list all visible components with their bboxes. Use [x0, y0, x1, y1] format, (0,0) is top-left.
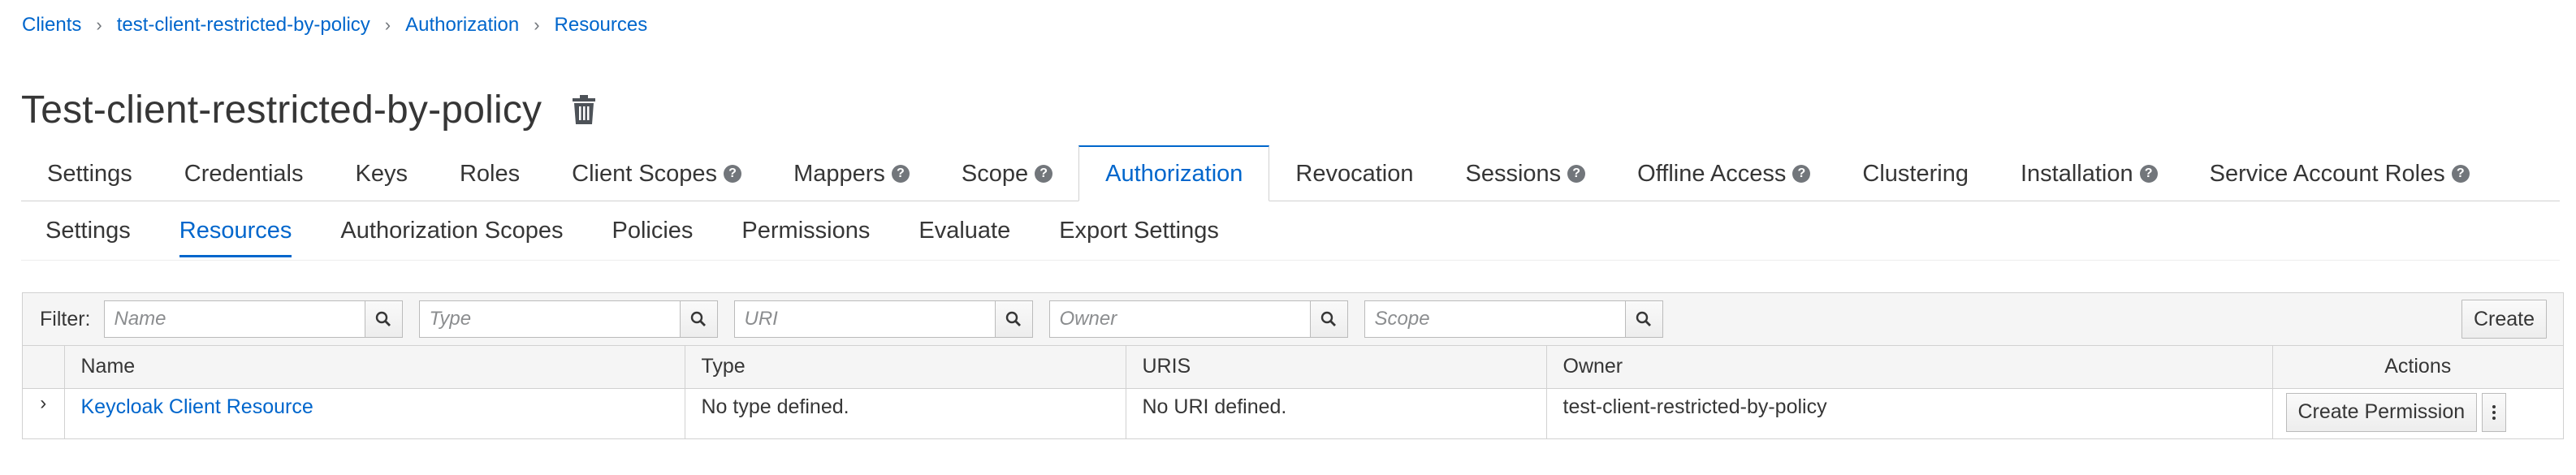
page-header: Test-client-restricted-by-policy: [21, 81, 600, 138]
help-icon[interactable]: ?: [1792, 165, 1811, 183]
subtab-permissions[interactable]: Permissions: [717, 202, 894, 259]
help-icon[interactable]: ?: [2451, 165, 2470, 183]
resource-type-cell: No type defined.: [685, 388, 1126, 438]
subtab-settings[interactable]: Settings: [21, 202, 155, 259]
tab-roles[interactable]: Roles: [434, 147, 546, 201]
expand-toggle[interactable]: ›: [23, 388, 65, 438]
tab-sessions[interactable]: Sessions?: [1440, 147, 1612, 201]
table-row: › Keycloak Client Resource No type defin…: [23, 388, 2563, 438]
search-icon[interactable]: [1310, 300, 1348, 338]
subtab-resources[interactable]: Resources: [155, 202, 317, 259]
help-icon[interactable]: ?: [724, 165, 742, 183]
scope-filter: [1364, 300, 1663, 338]
filter-toolbar: Filter: Name Type URI Owner Scope Create: [23, 293, 2563, 346]
column-header-actions: Actions: [2272, 346, 2563, 389]
create-button[interactable]: Create: [2461, 300, 2547, 339]
owner-filter: [1048, 300, 1348, 338]
tab-settings[interactable]: Settings: [21, 147, 158, 201]
search-icon[interactable]: [1625, 300, 1663, 338]
subtab-authorization-scopes[interactable]: Authorization Scopes: [316, 202, 587, 259]
column-header-uris[interactable]: URIS: [1126, 346, 1547, 389]
chevron-right-icon[interactable]: ›: [40, 392, 46, 415]
tab-credentials[interactable]: Credentials: [158, 147, 330, 201]
resources-table: Filter: Name Type URI Owner Scope Create…: [22, 292, 2564, 439]
tab-scope[interactable]: Scope?: [936, 147, 1078, 201]
expand-column-header: [23, 346, 65, 389]
resource-actions-cell: Create Permission: [2272, 388, 2563, 438]
resource-name-link[interactable]: Keycloak Client Resource: [81, 395, 313, 418]
uri-filter: [733, 300, 1033, 338]
resources-grid: Name Type URIS Owner Actions › Keycloak …: [23, 346, 2563, 438]
trash-icon[interactable]: [568, 92, 600, 127]
column-header-type[interactable]: Type: [685, 346, 1126, 389]
scope-filter-input[interactable]: [1364, 300, 1626, 338]
resource-uris-cell: No URI defined.: [1126, 388, 1547, 438]
help-icon[interactable]: ?: [1035, 165, 1053, 183]
column-header-owner[interactable]: Owner: [1546, 346, 2273, 389]
breadcrumb: Clients › test-client-restricted-by-poli…: [22, 13, 647, 37]
kebab-menu-icon[interactable]: [2482, 392, 2507, 432]
page-title: Test-client-restricted-by-policy: [21, 88, 542, 132]
create-permission-button[interactable]: Create Permission: [2285, 392, 2478, 432]
breadcrumb-client[interactable]: test-client-restricted-by-policy: [117, 14, 370, 37]
chevron-right-icon: ›: [96, 15, 102, 35]
search-icon[interactable]: [365, 300, 403, 338]
search-icon[interactable]: [680, 300, 718, 338]
tab-authorization[interactable]: Authorization: [1078, 145, 1270, 201]
breadcrumb-authorization[interactable]: Authorization: [405, 14, 519, 37]
tab-mappers[interactable]: Mappers?: [767, 147, 936, 201]
chevron-right-icon: ›: [384, 15, 391, 35]
breadcrumb-resources[interactable]: Resources: [555, 14, 648, 37]
chevron-right-icon: ›: [534, 15, 540, 35]
type-filter-input[interactable]: [418, 300, 681, 338]
subtab-policies[interactable]: Policies: [587, 202, 717, 259]
action-group: Create Permission: [2273, 392, 2564, 432]
resource-owner-cell: test-client-restricted-by-policy: [1546, 388, 2273, 438]
tab-service-account-roles[interactable]: Service Account Roles?: [2184, 147, 2496, 201]
subtab-evaluate[interactable]: Evaluate: [894, 202, 1035, 259]
tab-keys[interactable]: Keys: [329, 147, 433, 201]
name-filter: [103, 300, 403, 338]
name-filter-input[interactable]: [103, 300, 365, 338]
authorization-subtabs: Settings Resources Authorization Scopes …: [21, 201, 2560, 261]
tab-client-scopes[interactable]: Client Scopes?: [546, 147, 767, 201]
owner-filter-input[interactable]: [1048, 300, 1311, 338]
table-header-row: Name Type URIS Owner Actions: [23, 346, 2563, 389]
subtab-export-settings[interactable]: Export Settings: [1035, 202, 1243, 259]
tab-installation[interactable]: Installation?: [1995, 147, 2184, 201]
help-icon[interactable]: ?: [2139, 165, 2158, 183]
help-icon[interactable]: ?: [1567, 165, 1586, 183]
column-header-name[interactable]: Name: [64, 346, 685, 389]
filter-label: Filter:: [40, 307, 91, 330]
search-icon[interactable]: [995, 300, 1033, 338]
resource-name-cell: Keycloak Client Resource: [64, 388, 685, 438]
uri-filter-input[interactable]: [733, 300, 996, 338]
tab-revocation[interactable]: Revocation: [1269, 147, 1439, 201]
help-icon[interactable]: ?: [891, 165, 910, 183]
tab-offline-access[interactable]: Offline Access?: [1611, 147, 1836, 201]
tab-clustering[interactable]: Clustering: [1836, 147, 1995, 201]
type-filter: [418, 300, 718, 338]
client-tabs: Settings Credentials Keys Roles Client S…: [21, 145, 2560, 201]
breadcrumb-clients[interactable]: Clients: [22, 14, 81, 37]
